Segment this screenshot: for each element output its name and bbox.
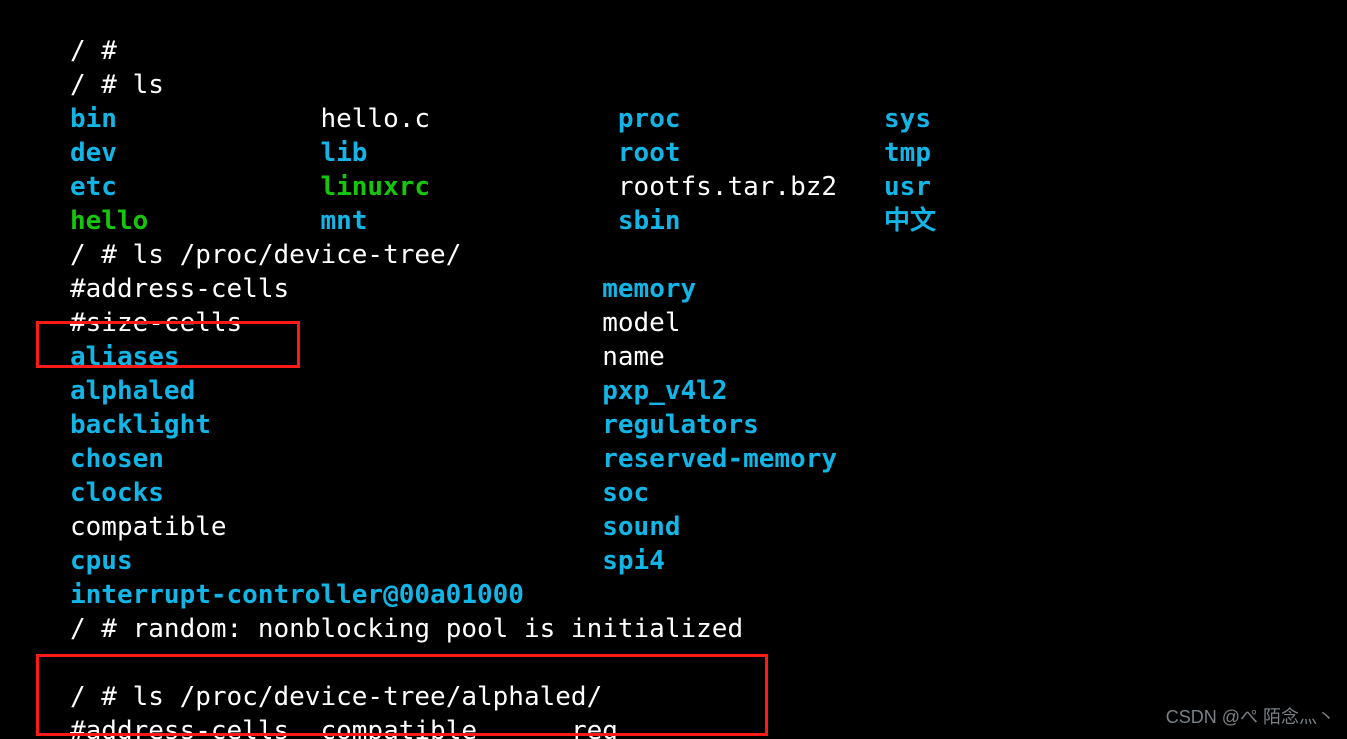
cmd-ls: ls (133, 70, 164, 100)
devtree-row: aliases name (70, 342, 665, 372)
devtree-row: #address-cells memory (70, 274, 696, 304)
devtree-row: interrupt-controller@00a01000 (70, 580, 524, 610)
ls-row: hello mnt sbin 中文 (70, 206, 936, 236)
msg-random: random: nonblocking pool is initialized (133, 614, 743, 644)
cmd-ls-alphaled: ls /proc/device-tree/alphaled/ (133, 682, 603, 712)
devtree-row: backlight regulators (70, 410, 759, 440)
terminal-output: / # / # ls bin hello.c proc sys dev lib … (0, 0, 1347, 739)
prompt: / # (70, 614, 133, 644)
alphaled-row: #address-cells compatible reg (70, 716, 618, 739)
devtree-row: #size-cells model (70, 308, 681, 338)
ls-row: dev lib root tmp (70, 138, 931, 168)
ls-row: etc linuxrc rootfs.tar.bz2 usr (70, 172, 931, 202)
watermark: CSDN @ぺ 陌念灬丶 (1166, 703, 1335, 729)
ls-row: bin hello.c proc sys (70, 104, 931, 134)
devtree-row: cpus spi4 (70, 546, 665, 576)
devtree-row: compatible sound (70, 512, 681, 542)
cmd-ls-devtree: ls /proc/device-tree/ (133, 240, 462, 270)
devtree-row: chosen reserved-memory (70, 444, 837, 474)
devtree-row: clocks soc (70, 478, 649, 508)
prompt-line: / # (70, 36, 117, 66)
devtree-row: alphaled pxp_v4l2 (70, 376, 727, 406)
prompt: / # (70, 682, 133, 712)
prompt: / # (70, 240, 133, 270)
prompt: / # (70, 70, 133, 100)
